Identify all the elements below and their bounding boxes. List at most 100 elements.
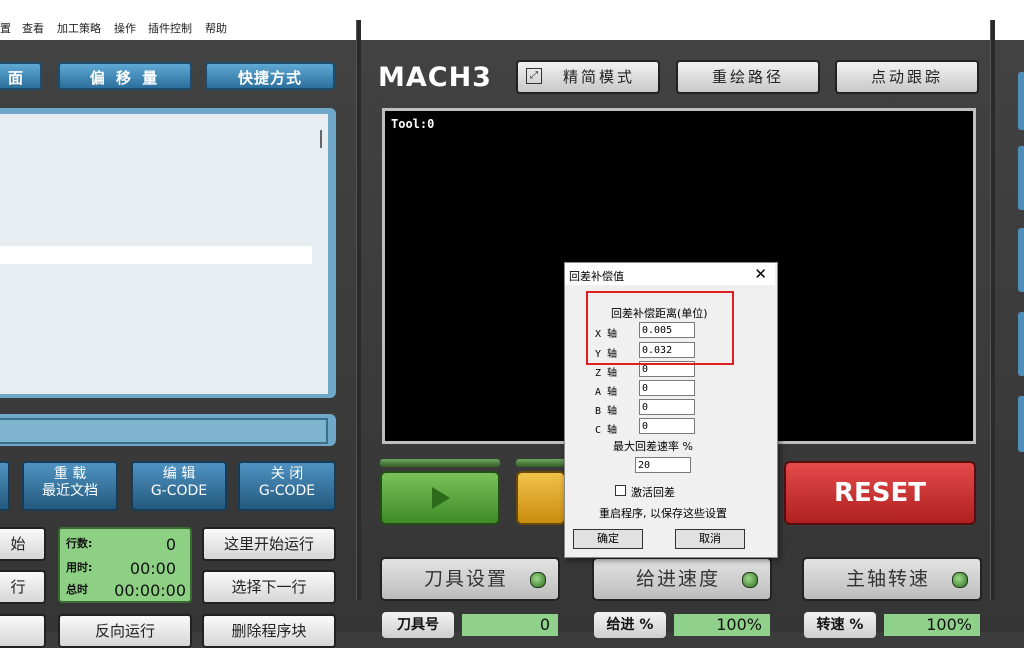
- spindle-status-led: [952, 572, 968, 588]
- run-line-button[interactable]: 行: [0, 570, 46, 604]
- close-label-1: 关 闭: [270, 466, 304, 482]
- cancel-button[interactable]: 取消: [675, 529, 745, 549]
- file-path-field: [0, 418, 328, 444]
- right-tab-2[interactable]: [1018, 146, 1024, 210]
- file-path-bar: [0, 414, 336, 446]
- load-gcode-button-partial[interactable]: [0, 461, 10, 511]
- menu-bar: 置 查看 加工策略 操作 插件控制 帮助: [0, 0, 1024, 40]
- panel-divider: [356, 20, 361, 600]
- elapsed-time-value: 00:00: [129, 559, 176, 578]
- tool-number-label: 刀具号: [382, 612, 454, 638]
- total-time-value: 00:00:00: [114, 581, 186, 600]
- max-rate-label: 最大回差速率 %: [613, 440, 693, 453]
- spindle-speed-label: 主轴转速: [846, 568, 931, 590]
- menu-item-view[interactable]: 查看: [22, 20, 44, 36]
- activate-backlash-checkbox[interactable]: [615, 485, 626, 496]
- reset-button[interactable]: RESET: [784, 461, 976, 525]
- panel-divider-right: [990, 20, 995, 600]
- right-tab-3[interactable]: [1018, 228, 1024, 292]
- tab-shortcuts[interactable]: 快捷方式: [205, 62, 335, 90]
- feed-hold-button[interactable]: [516, 471, 566, 525]
- feed-rate-label: 给进速度: [636, 568, 721, 590]
- right-tab-1[interactable]: [1018, 72, 1024, 130]
- z-axis-label: Z 轴: [595, 368, 618, 379]
- run-from-here-button[interactable]: 这里开始运行: [202, 527, 336, 561]
- activate-backlash-label: 激活回差: [631, 486, 675, 499]
- feed-rate-button[interactable]: 给进速度: [592, 557, 772, 601]
- play-icon: [432, 487, 450, 509]
- restart-note: 重启程序, 以保存这些设置: [599, 507, 727, 520]
- line-count-row: 行数: 0: [66, 535, 186, 554]
- cycle-start-indicator: [380, 459, 500, 467]
- feed-percent-field[interactable]: 100%: [674, 614, 770, 636]
- menu-item-machining[interactable]: 加工策略: [57, 20, 101, 36]
- redraw-path-button[interactable]: 重绘路径: [676, 60, 820, 94]
- ok-button[interactable]: 确定: [573, 529, 643, 549]
- reload-label-2: 最近文档: [42, 483, 98, 499]
- edit-label-2: G-CODE: [150, 483, 208, 499]
- b-axis-label: B 轴: [595, 406, 618, 417]
- tool-settings-button[interactable]: 刀具设置: [380, 557, 560, 601]
- tool-status-led: [530, 572, 546, 588]
- line-count-label: 行数:: [66, 537, 93, 550]
- feed-hold-indicator: [516, 459, 566, 467]
- compact-mode-label: 精简模式: [562, 68, 635, 86]
- spindle-percent-field[interactable]: 100%: [884, 614, 980, 636]
- edit-label-1: 编 辑: [162, 466, 196, 482]
- compact-mode-button[interactable]: ⤢ 精简模式: [516, 60, 660, 94]
- gcode-list[interactable]: [0, 114, 328, 394]
- gcode-display: [0, 108, 336, 398]
- feed-status-led: [742, 572, 758, 588]
- highlight-box: [586, 291, 734, 365]
- jog-follow-button[interactable]: 点动跟踪: [835, 60, 979, 94]
- tool-settings-label: 刀具设置: [424, 568, 509, 590]
- mach3-logo: MACH3: [378, 62, 492, 93]
- left-bottom-button[interactable]: [0, 614, 46, 648]
- menu-item-help[interactable]: 帮助: [205, 20, 227, 36]
- reverse-run-button[interactable]: 反向运行: [58, 614, 192, 648]
- close-icon[interactable]: ✕: [754, 265, 767, 283]
- current-line-highlight: [0, 246, 312, 264]
- menu-item-plugins[interactable]: 插件控制: [148, 20, 192, 36]
- b-axis-input[interactable]: [639, 399, 695, 415]
- right-tab-4[interactable]: [1018, 312, 1024, 376]
- c-axis-row: C 轴: [595, 421, 617, 436]
- line-count-value: 0: [165, 535, 176, 554]
- tool-number-field[interactable]: 0: [462, 614, 558, 636]
- select-next-line-button[interactable]: 选择下一行: [202, 570, 336, 604]
- elapsed-time-row: 用时: 00:00: [66, 559, 186, 578]
- menu-item-operation[interactable]: 操作: [114, 20, 136, 36]
- reload-recent-button[interactable]: 重 载最近文档: [22, 461, 118, 511]
- reload-label-1: 重 载: [53, 466, 87, 482]
- a-axis-row: A 轴: [595, 383, 617, 398]
- elapsed-time-label: 用时:: [66, 561, 93, 574]
- feed-percent-label: 给进 %: [594, 612, 666, 638]
- z-axis-row: Z 轴: [595, 364, 617, 379]
- menu-item-settings[interactable]: 置: [0, 20, 11, 36]
- dialog-title: 回差补偿值: [569, 270, 624, 283]
- c-axis-label: C 轴: [595, 425, 618, 436]
- tool-label: Tool:0: [391, 117, 435, 131]
- dialog-titlebar: 回差补偿值 ✕: [565, 263, 775, 285]
- run-status-panel: 行数: 0 用时: 00:00 总时 00:00:00: [58, 527, 192, 603]
- cycle-start-button[interactable]: [380, 471, 500, 525]
- right-tab-5[interactable]: [1018, 396, 1024, 452]
- total-time-label: 总时: [66, 583, 88, 596]
- edit-gcode-button[interactable]: 编 辑 G-CODE: [131, 461, 227, 511]
- expand-icon: ⤢: [526, 68, 542, 84]
- delete-block-button[interactable]: 删除程序块: [202, 614, 336, 648]
- tab-offsets[interactable]: 偏 移 量: [58, 62, 192, 90]
- c-axis-input[interactable]: [639, 418, 695, 434]
- spindle-speed-button[interactable]: 主轴转速: [802, 557, 982, 601]
- tab-screen[interactable]: 面: [0, 62, 42, 90]
- a-axis-input[interactable]: [639, 380, 695, 396]
- close-gcode-button[interactable]: 关 闭 G-CODE: [238, 461, 336, 511]
- gcode-scrollbar[interactable]: [318, 118, 324, 388]
- spindle-percent-label: 转速 %: [804, 612, 876, 638]
- close-label-2: G-CODE: [258, 483, 316, 499]
- max-rate-input[interactable]: [635, 457, 691, 473]
- total-time-row: 总时 00:00:00: [66, 581, 186, 600]
- single-block-button[interactable]: 始: [0, 527, 46, 561]
- a-axis-label: A 轴: [595, 387, 618, 398]
- b-axis-row: B 轴: [595, 402, 617, 417]
